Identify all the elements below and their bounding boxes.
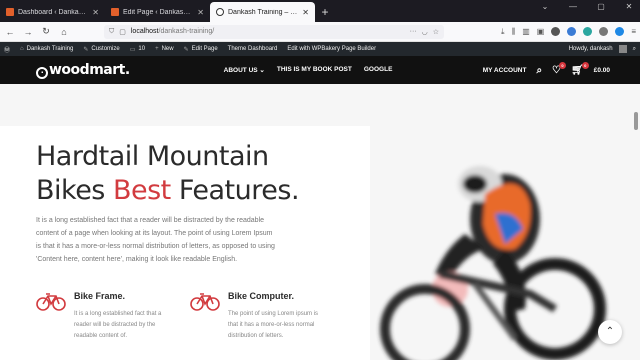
mountain-bike-rider-image [380,166,606,360]
menu-item-book-post[interactable]: THIS IS MY BOOK POST [277,66,352,74]
extension-icon[interactable] [615,27,625,36]
home-icon: ⌂ [20,46,24,52]
pocket-icon[interactable]: ◡ [422,28,428,36]
admin-comments[interactable]: ▭ 10 [130,46,145,53]
site-header: · woodmart. ABOUT US ⌄ THIS IS MY BOOK PO… [0,56,640,84]
tab-list-button[interactable]: ⌄ [538,2,552,11]
admin-edit-page[interactable]: ✎ Edit Page [184,46,218,53]
close-tab-icon[interactable]: ✕ [92,8,99,17]
browser-tab-edit-page[interactable]: Edit Page ‹ Dankash Training — ✕ [105,2,210,22]
feature-description: The point of using Lorem ipsum is that i… [228,311,319,339]
maximize-button[interactable]: ▢ [594,2,608,11]
address-bar[interactable]: ⛉ ▢ localhost/dankash-training/ ··· ◡ ☆ [104,24,444,39]
cart-total[interactable]: £0.00 [594,67,610,74]
bookmark-star-icon[interactable]: ☆ [433,28,439,36]
tab-title: Dashboard ‹ Dankash Training — [18,8,88,16]
back-icon[interactable]: ← [4,27,16,37]
site-favicon-icon [216,8,224,16]
forward-icon[interactable]: → [22,27,34,37]
new-tab-button[interactable]: + [315,2,335,22]
wordpress-favicon-icon [6,8,14,16]
wp-admin-bar: Ⓦ ⌂ Dankash Training ✎ Customize ▭ 10 + New … [0,42,640,56]
hero-highlight: Best [112,175,171,206]
synced-tabs-icon[interactable]: ▣ [537,27,545,36]
close-tab-icon[interactable]: ✕ [197,8,204,17]
admin-theme-dashboard[interactable]: Theme Dashboard [228,46,278,52]
tab-title: Edit Page ‹ Dankash Training — [123,8,194,16]
shield-icon[interactable]: ⛉ [109,28,114,36]
admin-customize[interactable]: ✎ Customize [83,46,119,53]
close-window-button[interactable]: ✕ [622,2,636,11]
page-scrollbar[interactable] [634,112,638,130]
hero-heading: Hardtail Mountain Bikes Best Features. [36,140,300,208]
tab-title: Dankash Training – Just anothe [228,8,298,16]
admin-new[interactable]: + New [155,46,174,52]
main-menu: ABOUT US ⌄ THIS IS MY BOOK POST GOOGLE [224,66,393,74]
scroll-to-top-button[interactable]: ⌃ [598,320,622,344]
extension-icon[interactable] [567,27,577,36]
admin-wpbakery[interactable]: Edit with WPBakery Page Builder [287,46,376,52]
feature-description: It is a long established fact that a rea… [74,311,162,339]
page-content: Hardtail Mountain Bikes Best Features. I… [0,84,640,360]
home-icon[interactable]: ⌂ [58,27,70,37]
wordpress-favicon-icon [111,8,119,16]
bicycle-icon [190,293,220,311]
wp-logo-icon[interactable]: Ⓦ [4,45,10,54]
search-icon[interactable]: ⌕ [536,65,542,76]
site-logo[interactable]: · woodmart. [36,62,130,79]
feature-title: Bike Computer. [228,291,295,301]
hero-paragraph: It is a long established fact that a rea… [36,217,275,263]
comment-icon: ▭ [129,46,136,53]
hero-line-2: Bikes Best Features. [36,175,300,206]
bicycle-icon [36,293,66,311]
library-icon[interactable]: ⫼ [512,27,516,37]
minimize-button[interactable]: — [566,2,580,11]
feature-title: Bike Frame. [74,291,126,301]
hero-line-1: Hardtail Mountain [36,141,269,172]
pencil-icon: ✎ [183,46,189,53]
browser-tab-dashboard[interactable]: Dashboard ‹ Dankash Training — ✕ [0,2,105,22]
admin-site-name[interactable]: ⌂ Dankash Training [20,46,73,52]
sidebar-icon[interactable]: ▥ [522,27,530,36]
menu-icon[interactable]: ≡ [631,27,636,36]
browser-tab-active[interactable]: Dankash Training – Just anothe ✕ [210,2,315,22]
downloads-icon[interactable]: ⤓ [501,27,505,37]
url-host: localhost [130,28,159,35]
window-controls: ⌄ — ▢ ✕ [538,2,636,11]
menu-item-about-us[interactable]: ABOUT US ⌄ [224,66,265,74]
reload-icon[interactable]: ↻ [40,26,52,37]
my-account-link[interactable]: MY ACCOUNT [483,67,527,74]
brush-icon: ✎ [83,46,89,53]
url-path: /dankash-training/ [158,28,215,35]
extension-icon[interactable] [599,27,609,36]
toolbar-icons: ⤓ ⫼ ▥ ▣ ≡ [501,27,636,37]
logo-mark-icon: · [36,66,48,79]
menu-item-google[interactable]: GOOGLE [364,66,393,74]
close-tab-icon[interactable]: ✕ [302,8,309,17]
plus-icon: + [155,46,159,52]
admin-search-icon[interactable]: ⌕ [633,46,636,53]
cart-icon[interactable]: 🛒︎ 0 [571,61,589,76]
header-actions: MY ACCOUNT ⌕ ♡ 0 🛒︎ 0 £0.00 [483,61,610,76]
extension-icon[interactable] [551,27,561,36]
avatar[interactable] [618,45,627,53]
page-actions-icon[interactable]: ··· [410,28,417,35]
chevron-up-icon: ⌃ [605,326,615,337]
page-info-icon[interactable]: ▢ [119,28,126,36]
cart-count-badge: 0 [581,61,589,69]
wishlist-count-badge: 0 [559,61,567,69]
browser-nav-bar: ← → ↻ ⌂ ⛉ ▢ localhost/dankash-training/ … [0,22,640,42]
extension-icon[interactable] [583,27,593,36]
browser-tab-strip: Dashboard ‹ Dankash Training — ✕ Edit Pa… [0,0,640,22]
admin-howdy[interactable]: Howdy, dankash [569,46,613,52]
wishlist-heart-icon[interactable]: ♡ 0 [552,61,567,76]
